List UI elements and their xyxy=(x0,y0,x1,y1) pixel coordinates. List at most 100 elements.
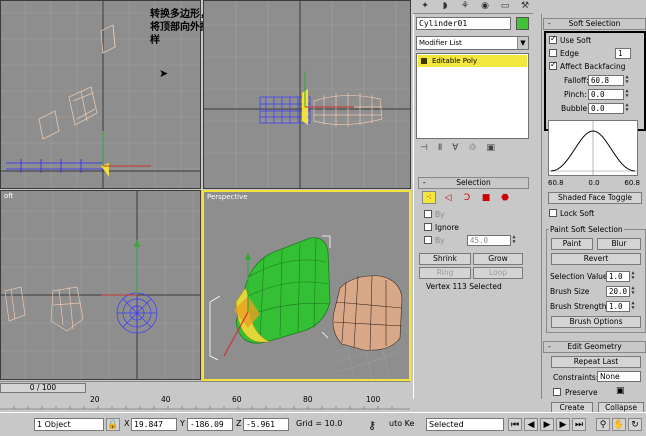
tick-label: 20 xyxy=(90,395,100,404)
expand-icon[interactable] xyxy=(421,58,427,64)
brush-options-button[interactable]: Brush Options xyxy=(551,316,641,328)
object-color-swatch[interactable] xyxy=(516,17,529,30)
edge-icon[interactable]: ◁ xyxy=(441,191,455,204)
spinner-arrows-icon[interactable]: ▲ ▼ xyxy=(511,235,517,246)
lock-soft-checkbox[interactable] xyxy=(549,209,557,217)
ignore-backfacing-checkbox[interactable] xyxy=(424,223,432,231)
paint-button[interactable]: Paint xyxy=(551,238,593,250)
y-coord-field[interactable]: -186.09 xyxy=(187,418,233,431)
play-icon[interactable]: ▶ xyxy=(540,418,554,431)
collapse-icon: - xyxy=(548,342,551,351)
soft-selection-title-label: Soft Selection xyxy=(568,19,621,28)
brush-strength-label: Brush Strength xyxy=(550,302,607,311)
brush-strength-spinner[interactable]: 1.0 ▲ ▼ xyxy=(606,301,635,312)
by-angle-checkbox[interactable] xyxy=(424,236,432,244)
key-mode-dropdown[interactable]: Selected xyxy=(426,418,504,431)
go-to-end-icon[interactable]: ⏭ xyxy=(572,418,586,431)
modify-tab-icon[interactable]: ◗ xyxy=(437,0,453,12)
orbit-icon[interactable]: ↻ xyxy=(628,418,642,431)
create-tab-icon[interactable]: ✦ xyxy=(417,0,433,12)
track-bar-ruler xyxy=(0,406,410,410)
motion-tab-icon[interactable]: ◉ xyxy=(477,0,493,12)
by-vertex-checkbox[interactable] xyxy=(424,210,432,218)
go-to-start-icon[interactable]: ⏮ xyxy=(508,418,522,431)
key-icon[interactable]: ⚷ xyxy=(368,419,376,432)
tick-label: 80 xyxy=(303,395,313,404)
object-name-field[interactable]: Cylinder01 xyxy=(416,17,511,30)
spinner-arrows-icon[interactable]: ▲ ▼ xyxy=(630,271,636,282)
settings-icon[interactable]: ▣ xyxy=(616,386,625,396)
vertex-icon[interactable]: ⁖ xyxy=(422,191,436,204)
x-coord-value: 19.847 xyxy=(134,420,163,429)
ring-button[interactable]: Ring xyxy=(419,267,471,279)
edit-geometry-rollout-title[interactable]: - Edit Geometry xyxy=(543,341,646,353)
stack-item-editable-poly[interactable]: Editable Poly xyxy=(418,55,527,67)
preserve-uvs-label: Preserve xyxy=(565,388,598,397)
angle-spinner[interactable]: 45.0 ▲ ▼ xyxy=(467,235,516,246)
stack-tools: ⊣ Ⅱ ∀ ♲ ▣ xyxy=(416,143,529,157)
constraints-dropdown[interactable]: None xyxy=(597,371,641,382)
viewport-perspective[interactable]: Perspective xyxy=(202,190,411,381)
grow-button[interactable]: Grow xyxy=(473,253,523,265)
curve-left-label: 60.8 xyxy=(548,179,564,187)
shrink-button[interactable]: Shrink xyxy=(419,253,471,265)
viewport-left-grid xyxy=(1,191,200,379)
preserve-uvs-checkbox[interactable] xyxy=(553,388,561,396)
selection-value: 1.0 xyxy=(609,272,623,281)
configure-sets-icon[interactable]: ▣ xyxy=(487,143,496,157)
x-coord-field[interactable]: 19.847 xyxy=(131,418,177,431)
revert-button[interactable]: Revert xyxy=(551,253,641,265)
remove-modifier-icon[interactable]: ♲ xyxy=(468,143,476,157)
selection-value-spinner[interactable]: 1.0 ▲ ▼ xyxy=(606,271,635,282)
viewport-front-grid xyxy=(204,1,410,188)
spinner-arrows-icon[interactable]: ▲ ▼ xyxy=(630,286,636,297)
zoom-icon[interactable]: ⚲ xyxy=(596,418,610,431)
edit-geometry-title-label: Edit Geometry xyxy=(567,342,622,351)
spinner-arrows-icon[interactable]: ▲ ▼ xyxy=(630,301,636,312)
show-end-result-icon[interactable]: Ⅱ xyxy=(438,143,442,157)
z-coord-field[interactable]: -5.961 xyxy=(243,418,289,431)
tick-label: 60 xyxy=(232,395,242,404)
modifier-list-label: Modifier List xyxy=(419,39,462,47)
pin-stack-icon[interactable]: ⊣ xyxy=(420,143,428,157)
selection-rollout-title[interactable]: - Selection xyxy=(418,177,529,189)
constraints-label: Constraints: xyxy=(553,373,599,382)
by-vertex-label: By xyxy=(435,210,445,219)
selection-title-label: Selection xyxy=(456,178,491,187)
lock-selection-icon[interactable]: 🔒 xyxy=(106,418,120,431)
brush-size-spinner[interactable]: 20.0 ▲ ▼ xyxy=(606,286,635,297)
subobject-selector: ⁖ ◁ Ͻ ■ ⬣ xyxy=(422,191,512,204)
time-slider[interactable]: 0 / 100 xyxy=(0,381,410,393)
make-unique-icon[interactable]: ∀ xyxy=(452,143,458,157)
previous-frame-icon[interactable]: ◀ xyxy=(524,418,538,431)
command-panel-tabs: ✦ ◗ ⚘ ◉ ▭ ⚒ xyxy=(413,0,533,14)
repeat-last-button[interactable]: Repeat Last xyxy=(551,356,641,368)
selection-count: 1 Object xyxy=(37,420,71,429)
auto-key-label[interactable]: uto Ke xyxy=(389,419,414,428)
selection-status: Vertex 113 Selected xyxy=(426,282,502,291)
brush-strength-value: 1.0 xyxy=(609,302,623,311)
shaded-face-toggle-button[interactable]: Shaded Face Toggle xyxy=(548,192,642,204)
pan-icon[interactable]: ✋ xyxy=(612,418,626,431)
blur-button[interactable]: Blur xyxy=(597,238,641,250)
grid-size-label: Grid = 10.0 xyxy=(296,419,343,428)
soft-selection-rollout-title[interactable]: - Soft Selection xyxy=(543,18,646,30)
viewport-left[interactable]: oft xyxy=(0,190,201,380)
falloff-curve xyxy=(549,121,637,175)
viewport-front[interactable] xyxy=(203,0,411,189)
track-bar[interactable]: 20 40 60 80 100 xyxy=(0,394,410,412)
modifier-list-dropdown[interactable]: Modifier List ▼ xyxy=(416,36,529,50)
loop-button[interactable]: Loop xyxy=(473,267,523,279)
hierarchy-tab-icon[interactable]: ⚘ xyxy=(457,0,473,12)
falloff-curve-labels: 60.8 0.0 60.8 xyxy=(548,179,640,187)
x-coord-label: X xyxy=(124,419,130,428)
element-icon[interactable]: ⬣ xyxy=(498,191,512,204)
display-tab-icon[interactable]: ▭ xyxy=(497,0,513,12)
brush-size-value: 20.0 xyxy=(609,287,628,296)
next-frame-icon[interactable]: ▶ xyxy=(556,418,570,431)
time-slider-thumb[interactable]: 0 / 100 xyxy=(0,383,86,393)
polygon-icon[interactable]: ■ xyxy=(479,191,493,204)
utilities-tab-icon[interactable]: ⚒ xyxy=(517,0,533,12)
border-icon[interactable]: Ͻ xyxy=(460,191,474,204)
constraints-value: None xyxy=(600,372,620,381)
